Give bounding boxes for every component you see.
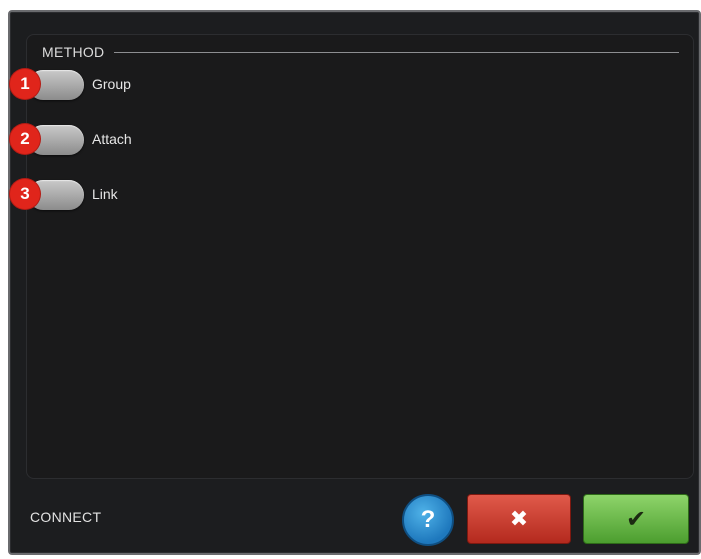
- dialog-title: CONNECT: [30, 509, 102, 525]
- link-label[interactable]: Link: [92, 186, 118, 202]
- cancel-button[interactable]: ✖: [467, 494, 571, 544]
- connect-dialog: METHOD 1 Group 2 Attach 3 Link CONNECT ?…: [8, 10, 701, 555]
- number-badge-1: 1: [10, 69, 40, 99]
- section-divider: [114, 52, 679, 53]
- attach-label[interactable]: Attach: [92, 131, 132, 147]
- checkmark-icon: ✔: [625, 505, 647, 533]
- number-badge-2: 2: [10, 124, 40, 154]
- method-panel: METHOD: [26, 34, 694, 479]
- ok-button[interactable]: ✔: [583, 494, 689, 544]
- question-mark-icon: ?: [420, 506, 436, 533]
- method-section-title: METHOD: [42, 44, 105, 60]
- group-label[interactable]: Group: [92, 76, 131, 92]
- x-icon: ✖: [509, 506, 529, 531]
- help-button[interactable]: ?: [402, 494, 454, 546]
- method-section-header: METHOD: [42, 43, 679, 61]
- number-badge-3: 3: [10, 179, 40, 209]
